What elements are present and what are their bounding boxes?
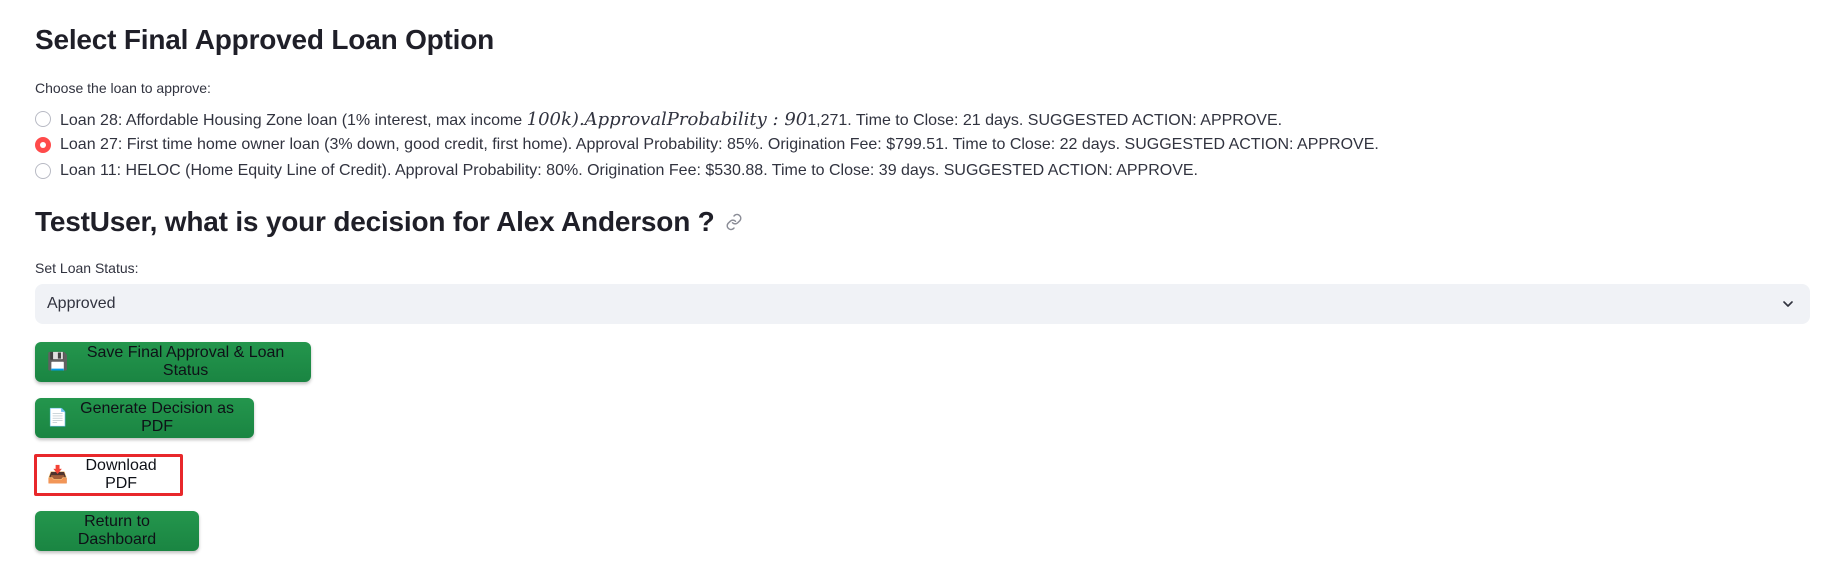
- button-label: Return to Dashboard: [77, 513, 157, 548]
- save-final-approval-button[interactable]: 💾 Save Final Approval & Loan Status: [35, 342, 311, 382]
- radio-group-label: Choose the loan to approve:: [35, 80, 211, 96]
- radio-option-loan-11[interactable]: Loan 11: HELOC (Home Equity Line of Cred…: [35, 158, 1379, 184]
- decision-title-text: TestUser, what is your decision for Alex…: [35, 206, 715, 237]
- floppy-disk-icon: 💾: [47, 352, 69, 371]
- inbox-tray-icon: 📥: [47, 465, 69, 484]
- loan-status-select[interactable]: Approved: [35, 284, 1810, 324]
- section-title-select-loan: Select Final Approved Loan Option: [35, 24, 495, 55]
- loan-radio-group: Loan 28: Affordable Housing Zone loan (1…: [35, 106, 1379, 184]
- radio-button[interactable]: [35, 111, 51, 127]
- radio-option-loan-28[interactable]: Loan 28: Affordable Housing Zone loan (1…: [35, 106, 1379, 132]
- radio-button[interactable]: [35, 163, 51, 179]
- radio-option-label: Loan 27: First time home owner loan (3% …: [60, 136, 1379, 153]
- radio-option-loan-27[interactable]: Loan 27: First time home owner loan (3% …: [35, 132, 1379, 158]
- return-to-dashboard-button[interactable]: Return to Dashboard: [35, 511, 199, 551]
- generate-pdf-button[interactable]: 📄 Generate Decision as PDF: [35, 398, 254, 438]
- select-value: Approved: [47, 295, 116, 312]
- option-math-text: 100k).ApprovalProbability : 90: [526, 108, 808, 130]
- button-label: Generate Decision as PDF: [80, 400, 235, 435]
- radio-button-selected[interactable]: [35, 137, 51, 153]
- option-text-before: Loan 28: Affordable Housing Zone loan (1…: [60, 111, 527, 129]
- radio-option-label: Loan 28: Affordable Housing Zone loan (1…: [60, 109, 1282, 130]
- document-icon: 📄: [47, 408, 69, 427]
- button-label: Download PDF: [85, 457, 157, 492]
- page: Select Final Approved Loan Option Choose…: [0, 0, 1835, 581]
- loan-status-label: Set Loan Status:: [35, 260, 139, 276]
- radio-option-label: Loan 11: HELOC (Home Equity Line of Cred…: [60, 162, 1198, 179]
- option-text-after: 1,271. Time to Close: 21 days. SUGGESTED…: [807, 111, 1283, 129]
- download-pdf-button[interactable]: 📥 Download PDF: [34, 454, 183, 496]
- button-label: Save Final Approval & Loan Status: [86, 344, 285, 379]
- chevron-down-icon[interactable]: [1780, 296, 1796, 312]
- section-title-decision: TestUser, what is your decision for Alex…: [35, 206, 743, 238]
- link-icon[interactable]: [725, 213, 743, 231]
